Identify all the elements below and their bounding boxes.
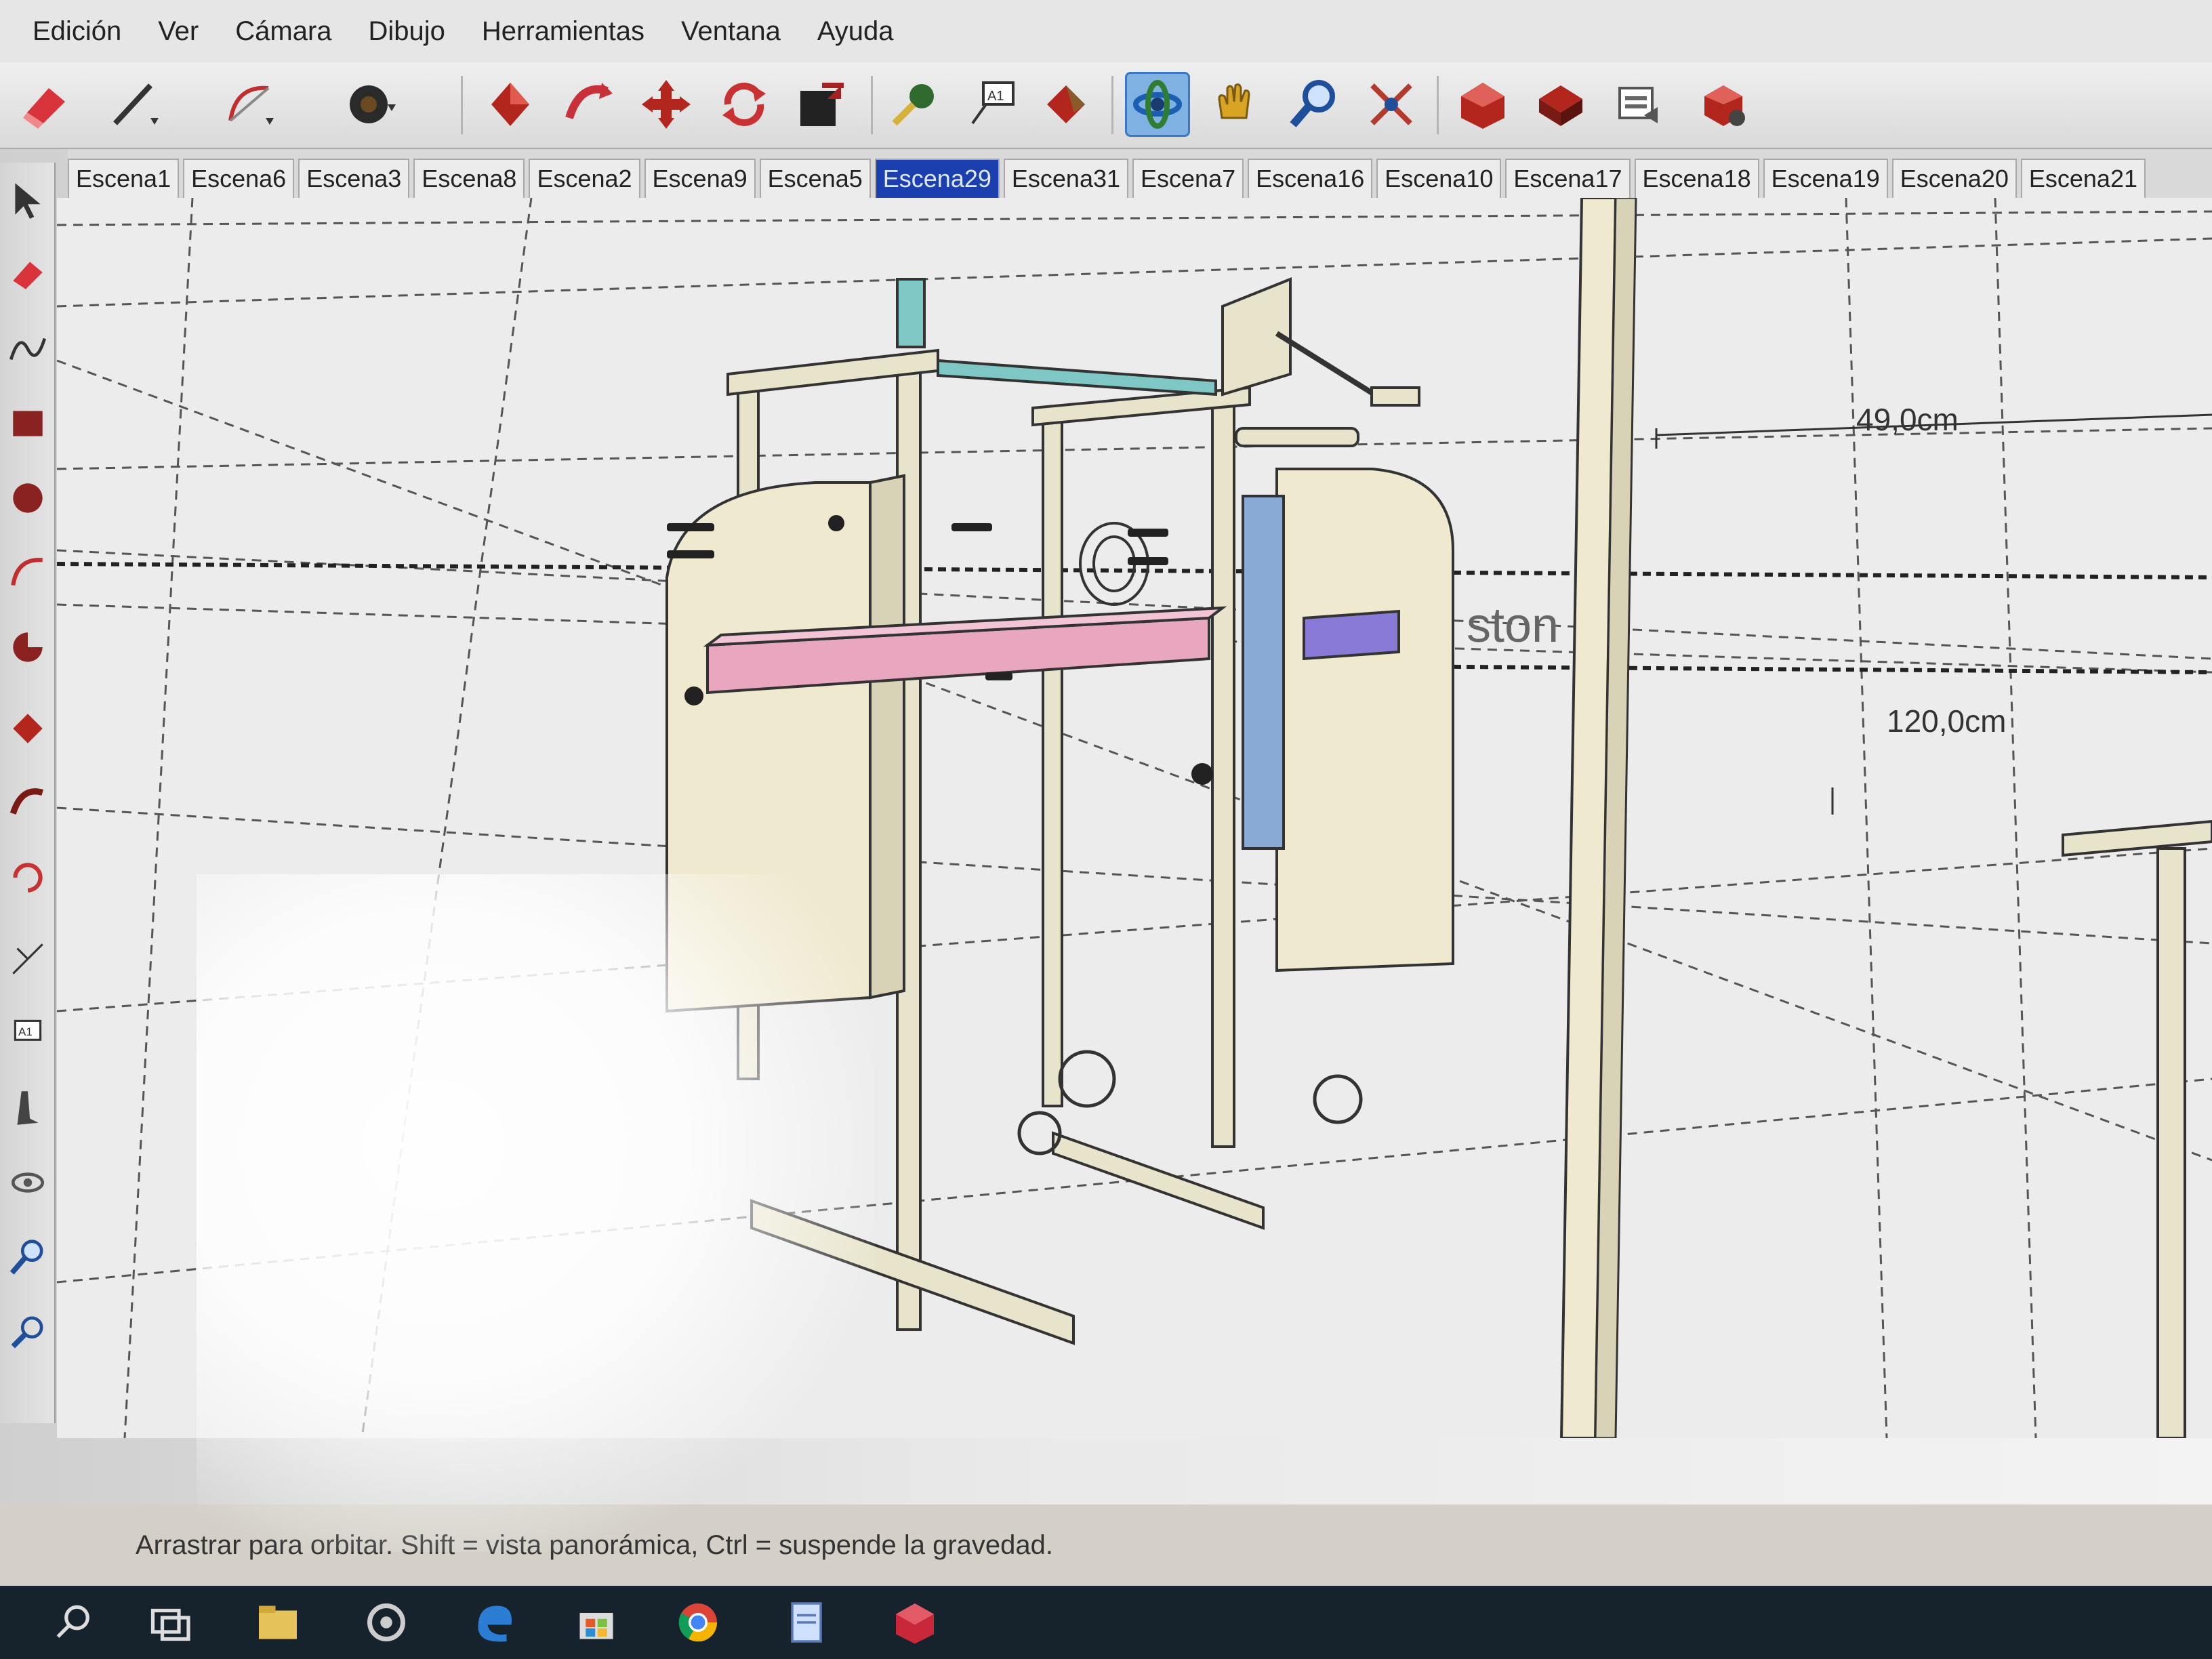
circle-icon[interactable] [4,474,52,522]
look-around-icon[interactable] [4,1159,52,1206]
text-icon[interactable]: A1 [959,72,1024,137]
tab-escena21[interactable]: Escena21 [2020,159,2146,198]
edge-icon[interactable] [468,1595,522,1650]
move-icon[interactable] [634,72,699,137]
tab-escena7[interactable]: Escena7 [1132,159,1244,198]
file-explorer-icon[interactable] [251,1595,305,1650]
tab-escena5[interactable]: Escena5 [759,159,871,198]
zoom-extents-icon[interactable] [1359,72,1424,137]
task-view-icon[interactable] [142,1595,197,1650]
menu-camara[interactable]: Cámara [235,16,331,47]
zoom-icon[interactable] [4,1233,52,1281]
eraser-icon[interactable] [14,72,79,137]
tab-escena2[interactable]: Escena2 [529,159,640,198]
menu-ventana[interactable]: Ventana [681,16,781,47]
tab-escena19[interactable]: Escena19 [1763,159,1888,198]
menu-bar: Edición Ver Cámara Dibujo Herramientas V… [0,0,2212,62]
menu-herramientas[interactable]: Herramientas [482,16,644,47]
text-icon[interactable]: A1 [4,1010,52,1057]
menu-dibujo[interactable]: Dibujo [369,16,445,47]
dimension-icon[interactable] [4,935,52,983]
menu-ayuda[interactable]: Ayuda [817,16,894,47]
pencil-icon[interactable] [102,72,167,137]
right-structure [2062,819,2212,1438]
follow-me-icon[interactable] [556,72,621,137]
arc-icon[interactable] [217,72,282,137]
offset-icon[interactable] [4,779,52,827]
dimension-label-120cm: 120,0cm [1887,703,2007,739]
rotate-icon[interactable] [4,854,52,901]
model-viewport[interactable]: 49,0cm 120,0cm ston [57,198,2212,1438]
tab-escena31[interactable]: Escena31 [1003,159,1129,198]
search-icon[interactable] [47,1595,102,1650]
tab-escena20[interactable]: Escena20 [1891,159,2017,198]
menu-ver[interactable]: Ver [158,16,199,47]
push-pull-icon[interactable] [4,705,52,752]
menu-edicion[interactable]: Edición [33,16,121,47]
left-toolbar: A1 [0,163,56,1423]
status-text: Arrastrar para orbitar. Shift = vista pa… [136,1530,1054,1560]
zoom-icon[interactable] [1281,72,1346,137]
svg-text:A1: A1 [18,1025,33,1038]
right-wheel-housing [1242,468,1454,972]
tab-escena1[interactable]: Escena1 [68,159,180,198]
pie-icon[interactable] [4,623,52,671]
warehouse-icon[interactable] [1450,72,1515,137]
chrome-icon[interactable] [671,1595,725,1650]
arc-icon[interactable] [4,549,52,596]
walk-icon[interactable] [4,1084,52,1132]
sketchup-screen: Edición Ver Cámara Dibujo Herramientas V… [0,0,2212,1659]
pan-icon[interactable] [1203,72,1268,137]
store-icon[interactable] [569,1595,623,1650]
select-icon[interactable] [4,176,52,224]
main-toolbar: A1 [0,62,2212,149]
rectangle-icon[interactable] [4,400,52,447]
tape-measure-icon[interactable] [881,72,946,137]
tab-escena6[interactable]: Escena6 [183,159,295,198]
sketchup-icon[interactable] [888,1595,942,1650]
tab-escena16[interactable]: Escena16 [1248,159,1373,198]
orbit-icon[interactable] [1125,72,1190,137]
share-model-icon[interactable] [1528,72,1593,137]
tab-escena18[interactable]: Escena18 [1634,159,1759,198]
zoom-window-icon[interactable] [4,1308,52,1355]
svg-text:A1: A1 [987,89,1004,104]
scene-tabs: Escena1 Escena6 Escena3 Escena8 Escena2 … [68,149,2212,198]
tab-escena17[interactable]: Escena17 [1505,159,1631,198]
extension-warehouse-icon[interactable] [1691,72,1756,137]
taskbar [0,1586,2212,1659]
model-text: ston [1467,598,1559,653]
status-bar: Arrastrar para orbitar. Shift = vista pa… [0,1504,2212,1586]
tab-escena29[interactable]: Escena29 [874,159,1000,198]
freehand-icon[interactable] [4,325,52,373]
components-icon[interactable] [1606,72,1671,137]
tab-escena9[interactable]: Escena9 [644,159,756,198]
scale-icon[interactable] [790,72,855,137]
push-pull-icon[interactable] [478,72,543,137]
tab-escena3[interactable]: Escena3 [298,159,410,198]
tall-column [1559,198,1637,1438]
dimension-lines [1655,413,2212,815]
rotate-icon[interactable] [712,72,777,137]
paint-bucket-icon[interactable] [1033,72,1099,137]
tab-escena8[interactable]: Escena8 [413,159,525,198]
eraser-icon[interactable] [4,251,52,298]
circle-icon[interactable] [339,72,404,137]
tab-escena10[interactable]: Escena10 [1376,159,1502,198]
model-drawing [57,198,2212,1438]
media-icon[interactable] [359,1595,413,1650]
dimension-label-49cm: 49,0cm [1856,402,1959,437]
document-icon[interactable] [779,1595,834,1650]
